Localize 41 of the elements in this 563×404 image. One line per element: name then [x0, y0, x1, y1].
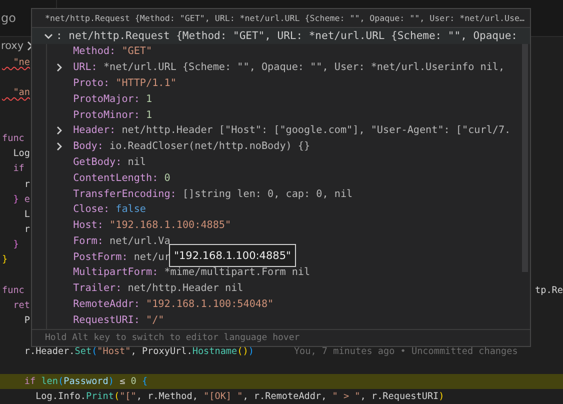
tree-item[interactable]: URL: *net/url.URL {Scheme: "", Opaque: "", User: *net/url.Userinfo nil, — [67, 60, 505, 76]
tree-item[interactable]: GetBody: nil — [67, 154, 146, 171]
code-line: "ne — [12, 56, 30, 70]
tree-item[interactable]: Close: false — [67, 202, 146, 218]
tree-item[interactable]: ProtoMajor: 1 — [67, 92, 152, 108]
code-line: } e — [12, 192, 30, 207]
tree-item[interactable]: Header: net/http.Header ["Host": ["google.com"], "User-Agent": ["curl/7. — [67, 123, 511, 140]
code-line: r — [23, 223, 30, 238]
tree-item[interactable]: PostForm: net/ur — [67, 250, 170, 266]
code-line: if len(Password) ≤ 0 { — [23, 374, 148, 389]
code-line: "an — [12, 86, 30, 100]
code-line: P — [23, 314, 30, 328]
breadcrumb-item[interactable]: roxy — [1, 40, 24, 52]
code-line: r — [23, 178, 30, 192]
tree-item[interactable]: Form: net/url.Va — [67, 234, 170, 250]
code-line: func — [2, 132, 24, 146]
blame-annotation: You, 7 minutes ago • Uncommitted changes — [294, 344, 518, 359]
tree-item[interactable]: Host: "192.168.1.100:4885" — [67, 218, 232, 234]
code-line: if — [12, 162, 24, 176]
tree-item[interactable]: TransferEncoding: []string len: 0, cap: 0, nil — [67, 186, 353, 202]
code-line: Log — [12, 147, 30, 162]
tree-item[interactable]: RequestURI: "/" — [67, 312, 164, 329]
tree-item[interactable]: MultipartForm: *mime/multipart.Form nil — [67, 265, 310, 282]
code-line: ret — [12, 299, 30, 313]
hover-hint: Hold Alt key to switch to editor language hover — [32, 328, 530, 346]
tree-item[interactable]: ContentLength: 0 — [67, 170, 170, 186]
code-line: r.Header.Set("Host", ProxyUrl.Hostname()) — [23, 344, 254, 359]
tree-item[interactable]: RemoteAddr: "192.168.1.100:54048" — [67, 297, 274, 313]
tree-root-row[interactable]: : net/http.Request {Method: "GET", URL: *net/url.URL {Scheme: "", Opaque: — [32, 28, 530, 44]
tooltip: "192.168.1.100:4885" — [169, 244, 296, 267]
tree-item[interactable]: Proto: "HTTP/1.1" — [67, 76, 176, 92]
code-line: } — [12, 238, 19, 252]
tree-item[interactable]: Body: io.ReadCloser(net/http.noBody) {} — [67, 139, 310, 155]
tree-item[interactable]: Method: "GET" — [67, 44, 152, 60]
code-line: Log.Info.Print("[", r.Method, "[OK] ", r.RemoteAddr, " > ", r.RequestURI) — [34, 390, 444, 404]
code-line: L — [23, 208, 30, 222]
code-line: tp.Re — [535, 284, 563, 298]
code-line: func — [2, 284, 24, 298]
tree-item[interactable]: Trailer: net/http.Header nil — [67, 281, 244, 298]
code-line: } — [2, 253, 8, 268]
tree-item[interactable]: ProtoMinor: 1 — [67, 108, 152, 124]
